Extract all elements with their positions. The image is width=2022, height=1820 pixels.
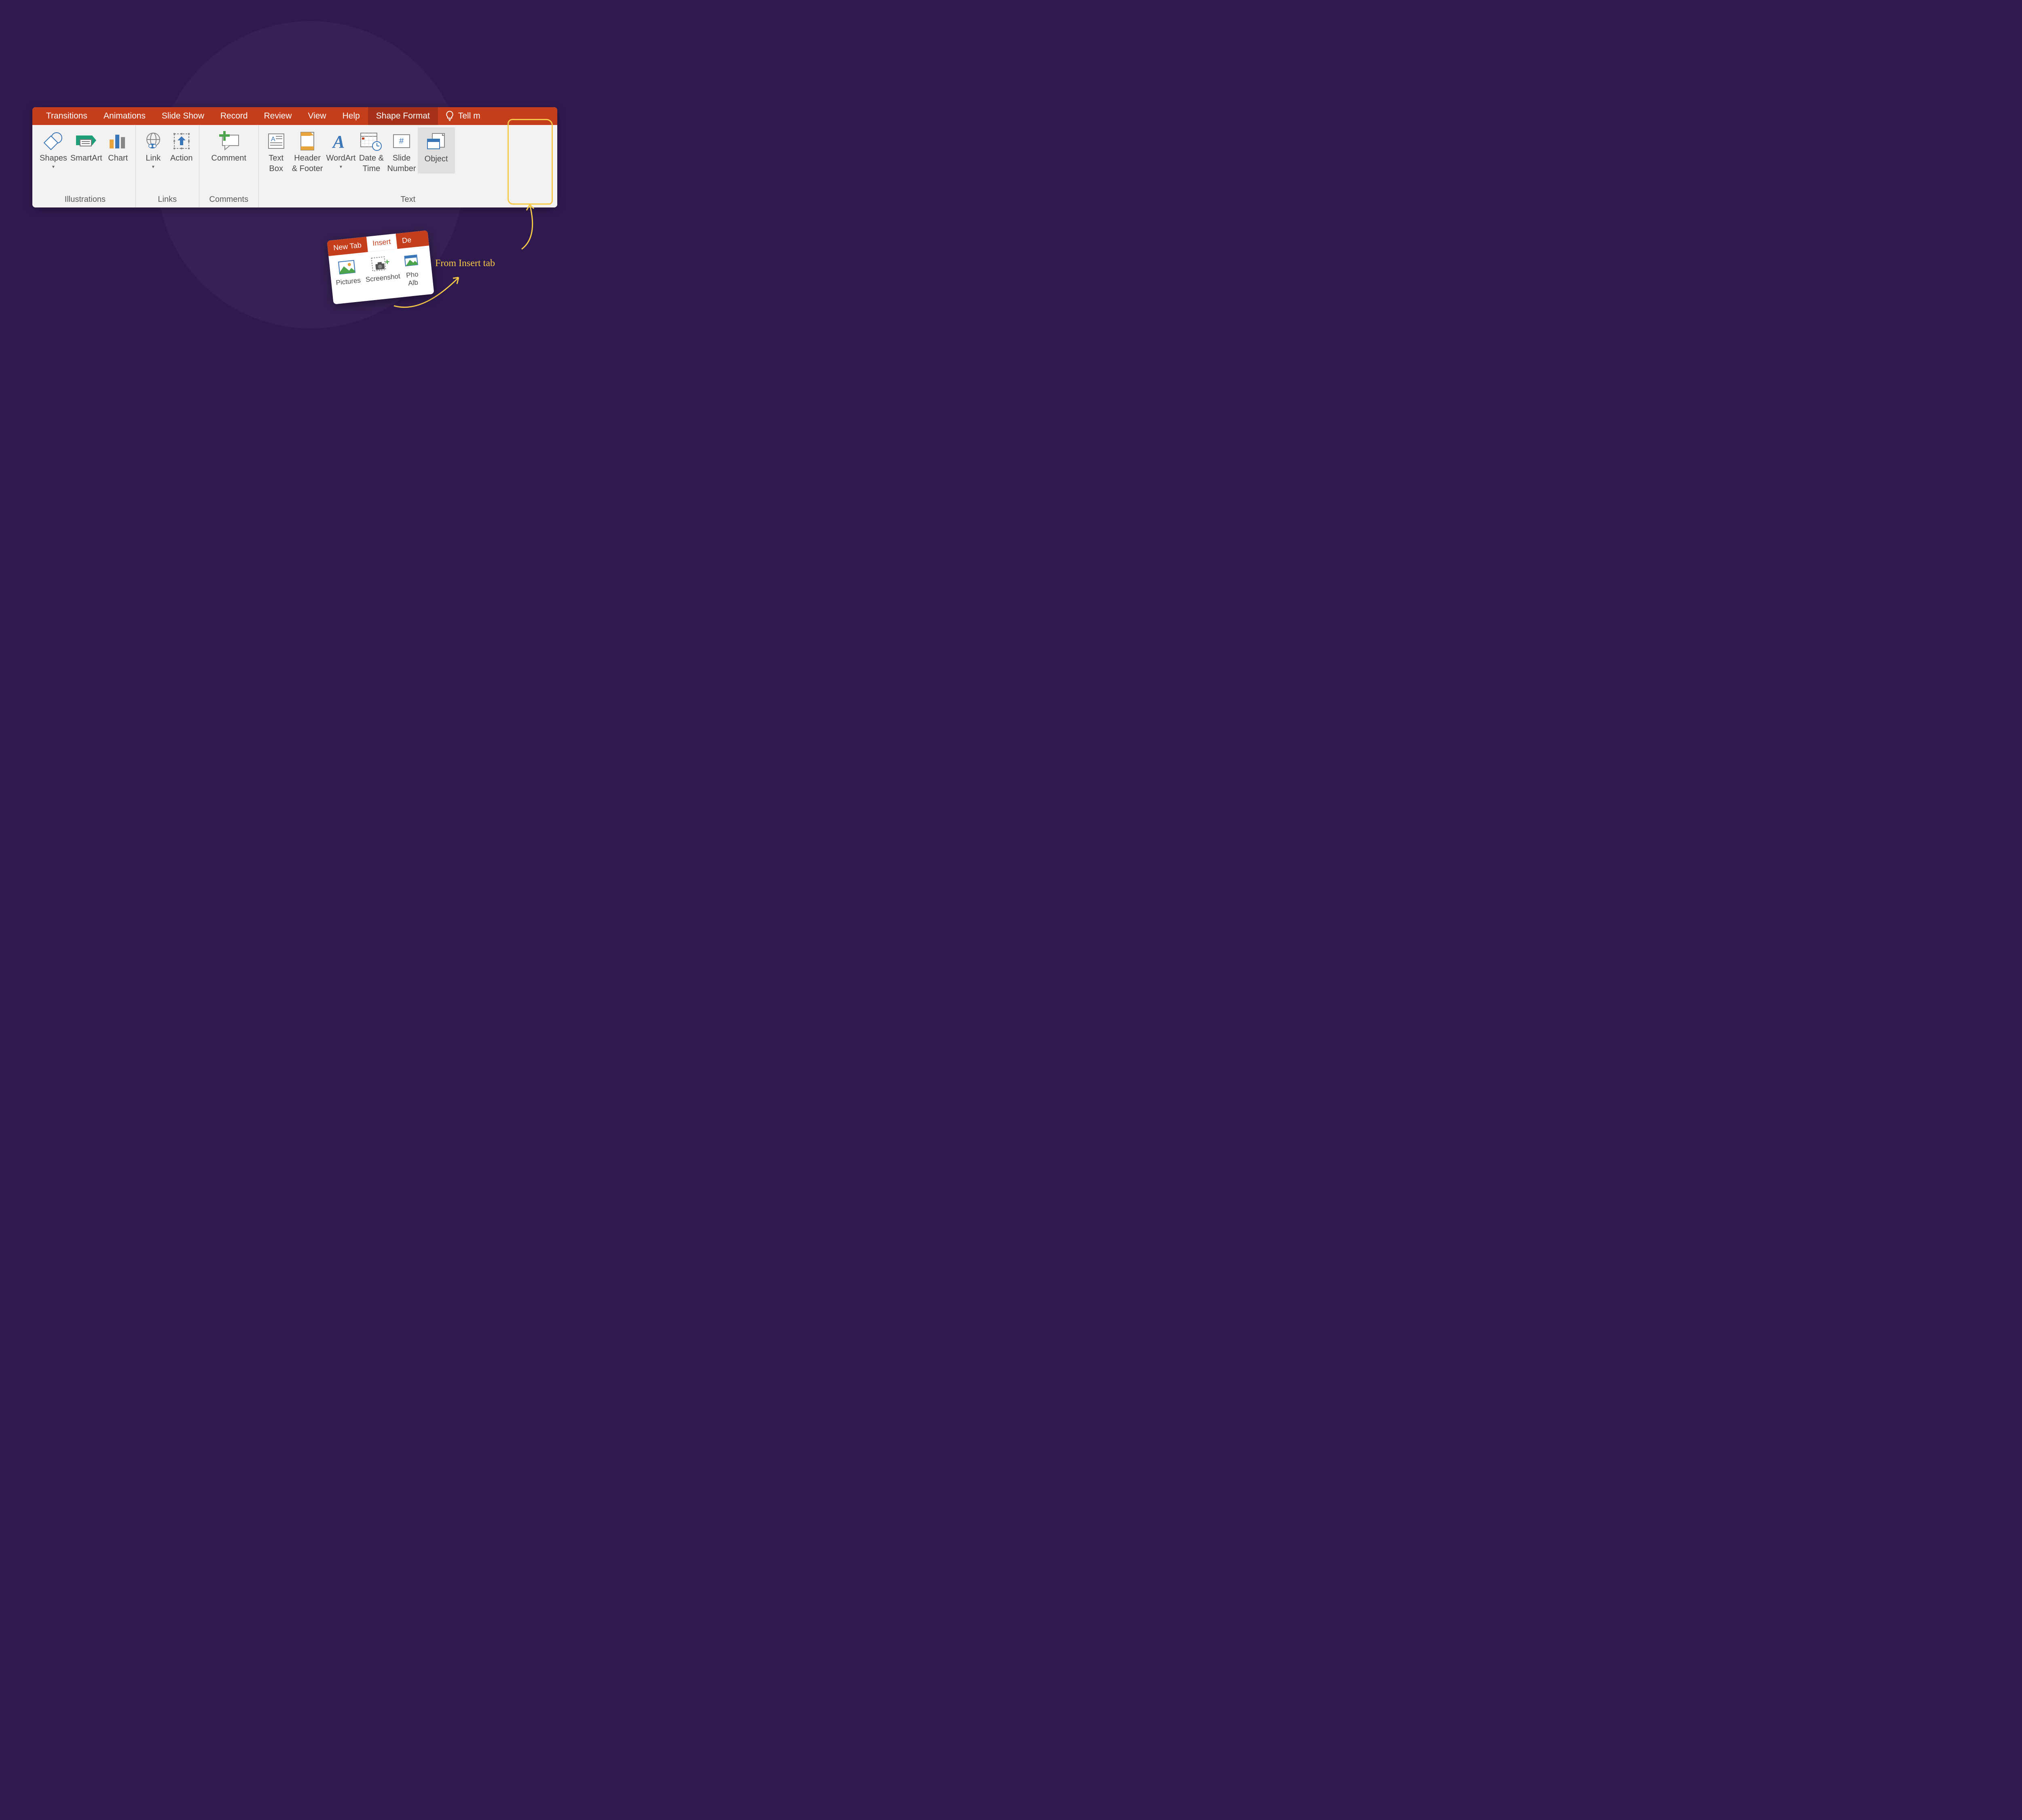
tab-shape-format[interactable]: Shape Format bbox=[368, 107, 438, 125]
chart-icon bbox=[108, 132, 128, 150]
pictures-icon bbox=[338, 260, 356, 277]
svg-text:+: + bbox=[385, 258, 390, 267]
tab-animations[interactable]: Animations bbox=[95, 107, 154, 125]
tell-me-label: Tell m bbox=[458, 111, 480, 121]
action-button[interactable]: Action bbox=[167, 127, 196, 169]
photo-album-label-2: Alb bbox=[408, 279, 419, 288]
header-footer-label-2: & Footer bbox=[292, 164, 323, 174]
wordart-button[interactable]: A WordArt ▾ bbox=[324, 127, 357, 174]
date-time-button[interactable]: Date & Time bbox=[357, 127, 385, 174]
shapes-label: Shapes bbox=[40, 153, 67, 163]
chevron-down-icon: ▾ bbox=[340, 164, 342, 169]
action-icon bbox=[172, 131, 191, 151]
chart-button[interactable]: Chart bbox=[104, 127, 132, 169]
shapes-icon bbox=[43, 131, 64, 151]
group-text: A Text Box Header & Footer A WordArt ▾ D… bbox=[259, 125, 557, 207]
header-footer-label-1: Header bbox=[294, 153, 321, 163]
chevron-down-icon: ▾ bbox=[152, 164, 154, 169]
screenshot-label: Screenshot bbox=[365, 272, 401, 284]
date-time-label-2: Time bbox=[363, 164, 381, 174]
mini-tab-de[interactable]: De bbox=[396, 231, 418, 249]
wordart-icon: A bbox=[331, 131, 351, 151]
text-box-label-1: Text bbox=[269, 153, 283, 163]
group-label-illustrations: Illustrations bbox=[38, 195, 132, 207]
group-comments: Comment Comments bbox=[199, 125, 259, 207]
tab-view[interactable]: View bbox=[300, 107, 334, 125]
text-box-button[interactable]: A Text Box bbox=[262, 127, 290, 174]
group-label-comments: Comments bbox=[203, 195, 255, 207]
comment-button[interactable]: Comment bbox=[203, 127, 255, 163]
slide-number-label-1: Slide bbox=[393, 153, 410, 163]
slide-number-label-2: Number bbox=[387, 164, 416, 174]
action-label: Action bbox=[170, 153, 193, 163]
smartart-icon bbox=[75, 133, 97, 149]
group-label-links: Links bbox=[139, 195, 196, 207]
chart-label: Chart bbox=[108, 153, 128, 163]
arrow-annotation-1 bbox=[510, 201, 546, 253]
pictures-button[interactable]: Pictures bbox=[330, 255, 365, 297]
photo-album-button[interactable]: Pho Alb bbox=[400, 249, 424, 290]
insert-tab-snippet: New Tab Insert De Pictures + Screenshot … bbox=[327, 230, 434, 304]
tab-review[interactable]: Review bbox=[256, 107, 300, 125]
header-footer-button[interactable]: Header & Footer bbox=[290, 127, 325, 174]
date-time-label-1: Date & bbox=[359, 153, 384, 163]
tab-slide-show[interactable]: Slide Show bbox=[154, 107, 212, 125]
smartart-label: SmartArt bbox=[70, 153, 102, 163]
group-links: Link ▾ Action Links bbox=[136, 125, 199, 207]
header-footer-icon bbox=[299, 131, 315, 151]
object-icon bbox=[426, 133, 447, 151]
comment-label: Comment bbox=[211, 153, 246, 163]
link-button[interactable]: Link ▾ bbox=[139, 127, 167, 169]
chevron-down-icon: ▾ bbox=[52, 164, 55, 169]
wordart-label: WordArt bbox=[326, 153, 355, 163]
svg-text:A: A bbox=[271, 136, 275, 143]
shapes-button[interactable]: Shapes ▾ bbox=[38, 127, 69, 169]
object-label: Object bbox=[425, 154, 448, 164]
text-box-icon: A bbox=[267, 132, 286, 150]
tab-transitions[interactable]: Transitions bbox=[38, 107, 95, 125]
slide-number-button[interactable]: # Slide Number bbox=[385, 127, 417, 174]
svg-text:#: # bbox=[399, 137, 404, 146]
ribbon: Transitions Animations Slide Show Record… bbox=[32, 107, 557, 207]
lightbulb-icon bbox=[445, 110, 454, 122]
object-button[interactable]: Object bbox=[418, 127, 455, 174]
link-icon bbox=[144, 131, 163, 151]
comment-icon bbox=[218, 131, 240, 151]
tab-record[interactable]: Record bbox=[212, 107, 256, 125]
text-box-label-2: Box bbox=[269, 164, 283, 174]
slide-number-icon: # bbox=[392, 133, 411, 149]
tell-me-search[interactable]: Tell m bbox=[438, 110, 480, 122]
photo-album-icon bbox=[402, 253, 420, 269]
group-illustrations: Shapes ▾ SmartArt Chart Illustrations bbox=[32, 125, 136, 207]
smartart-button[interactable]: SmartArt bbox=[69, 127, 104, 169]
tab-help[interactable]: Help bbox=[334, 107, 368, 125]
date-time-icon bbox=[360, 131, 383, 151]
annotation-text: From Insert tab bbox=[435, 258, 495, 269]
link-label: Link bbox=[146, 153, 161, 163]
group-label-text: Text bbox=[262, 195, 554, 207]
screenshot-icon: + bbox=[370, 255, 392, 273]
screenshot-button[interactable]: + Screenshot bbox=[361, 251, 404, 294]
ribbon-body: Shapes ▾ SmartArt Chart Illustrations bbox=[32, 125, 557, 207]
tab-strip: Transitions Animations Slide Show Record… bbox=[32, 107, 557, 125]
svg-text:A: A bbox=[332, 132, 345, 151]
